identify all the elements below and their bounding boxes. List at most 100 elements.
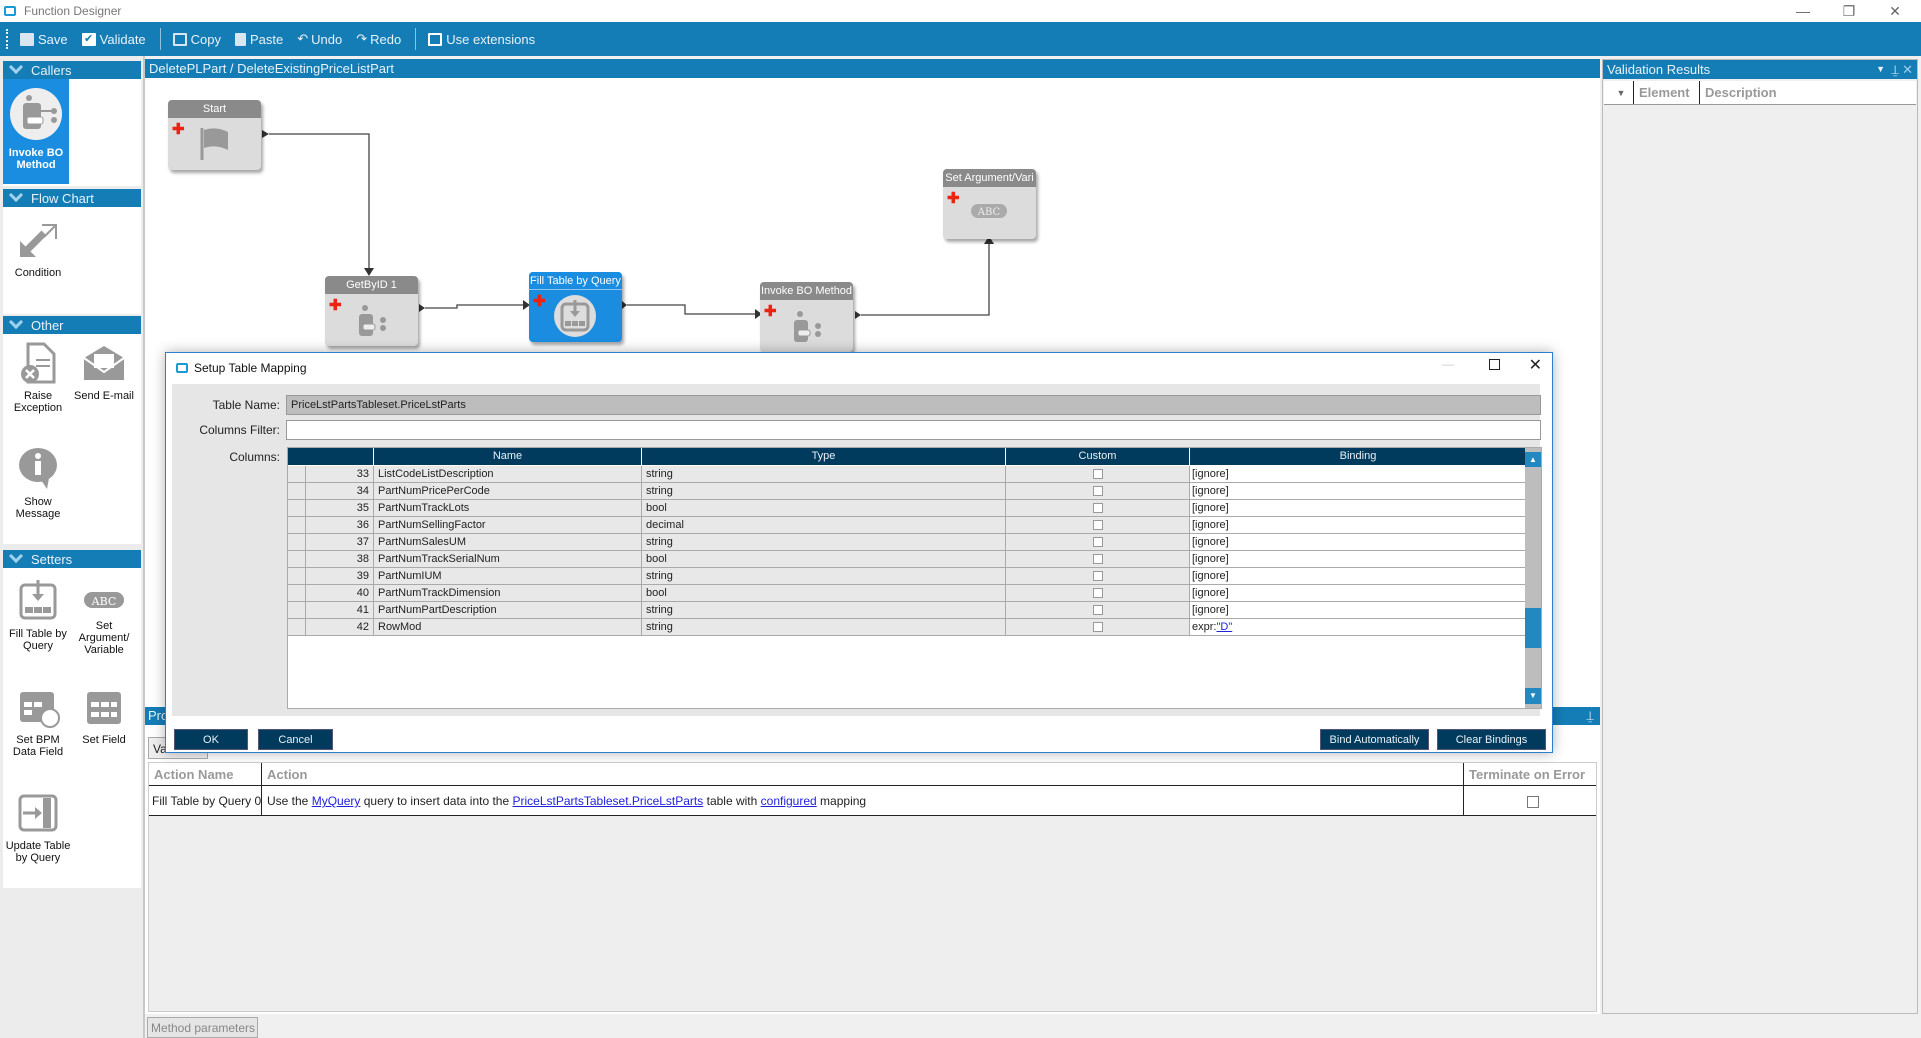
plus-icon[interactable]: ✚	[764, 302, 777, 320]
node-fill-table-by-query[interactable]: Fill Table by Query ✚	[529, 272, 622, 342]
grid-row[interactable]: 33 ListCodeListDescription string [ignore]	[288, 466, 1527, 483]
pin-icon[interactable]: ⍊	[1586, 707, 1594, 725]
undo-button[interactable]: ↶ Undo	[297, 31, 342, 47]
row-selector[interactable]	[288, 517, 306, 534]
table-link[interactable]: PriceLstPartsTableset.PriceLstParts	[513, 794, 704, 808]
node-start[interactable]: Start ✚	[168, 100, 261, 170]
query-link[interactable]: MyQuery	[312, 794, 361, 808]
close-button[interactable]: ✕	[1872, 0, 1918, 22]
plus-icon[interactable]: ✚	[947, 189, 960, 207]
tool-set-field[interactable]: Set Field	[71, 686, 137, 746]
plus-icon[interactable]: ✚	[172, 120, 185, 138]
binding-cell[interactable]: [ignore]	[1190, 551, 1527, 568]
binding-cell[interactable]: [ignore]	[1190, 483, 1527, 500]
grid-row[interactable]: 37 PartNumSalesUM string [ignore]	[288, 534, 1527, 551]
dropdown-icon[interactable]: ▼	[1876, 60, 1885, 79]
custom-checkbox[interactable]	[1092, 486, 1103, 497]
node-set-argument-variable[interactable]: Set Argument/Vari ✚ ABC	[943, 169, 1036, 239]
paste-button[interactable]: Paste	[235, 32, 283, 47]
column-header-element[interactable]: Element	[1634, 81, 1700, 104]
custom-checkbox[interactable]	[1092, 520, 1103, 531]
binding-cell[interactable]: [ignore]	[1190, 585, 1527, 602]
cancel-button[interactable]: Cancel	[258, 729, 333, 750]
column-header-type[interactable]: Type	[642, 448, 1006, 466]
grid-row[interactable]: 35 PartNumTrackLots bool [ignore]	[288, 500, 1527, 517]
column-header-name[interactable]: Name	[374, 448, 642, 466]
save-button[interactable]: Save	[20, 32, 68, 47]
binding-cell[interactable]: expr:"D"	[1190, 619, 1527, 636]
clear-bindings-button[interactable]: Clear Bindings	[1437, 729, 1546, 750]
custom-checkbox[interactable]	[1092, 605, 1103, 616]
row-selector[interactable]	[288, 534, 306, 551]
close-icon[interactable]: ✕	[1902, 60, 1913, 79]
binding-cell[interactable]: [ignore]	[1190, 602, 1527, 619]
copy-button[interactable]: Copy	[172, 32, 221, 47]
tool-invoke-bo-method[interactable]: Invoke BO Method	[3, 79, 69, 184]
scroll-down-button[interactable]: ▼	[1525, 688, 1541, 704]
binding-cell[interactable]: [ignore]	[1190, 534, 1527, 551]
column-header-custom[interactable]: Custom	[1006, 448, 1190, 466]
row-selector[interactable]	[288, 619, 306, 636]
column-header-binding[interactable]: Binding	[1190, 448, 1527, 466]
binding-cell[interactable]: [ignore]	[1190, 500, 1527, 517]
custom-checkbox[interactable]	[1092, 469, 1103, 480]
columns-filter-input[interactable]	[286, 420, 1541, 440]
tool-send-email[interactable]: Send E-mail	[71, 342, 137, 402]
binding-expression-link[interactable]: "D"	[1216, 621, 1232, 633]
tool-set-argument-variable[interactable]: ABC Set Argument/ Variable	[71, 588, 137, 656]
mapping-link[interactable]: configured	[761, 794, 817, 808]
terminate-on-error-checkbox[interactable]	[1526, 795, 1539, 808]
row-selector[interactable]	[288, 483, 306, 500]
tab-method-parameters[interactable]: Method parameters	[147, 1017, 258, 1038]
grid-row[interactable]: 40 PartNumTrackDimension bool [ignore]	[288, 585, 1527, 602]
maximize-button[interactable]	[1489, 359, 1500, 370]
row-selector[interactable]	[288, 500, 306, 517]
binding-cell[interactable]: [ignore]	[1190, 568, 1527, 585]
section-callers-header[interactable]: Callers	[3, 59, 141, 79]
validate-button[interactable]: ✔ Validate	[81, 32, 146, 47]
scroll-up-button[interactable]: ▲	[1525, 452, 1541, 467]
ok-button[interactable]: OK	[174, 729, 248, 750]
grid-row[interactable]: 38 PartNumTrackSerialNum bool [ignore]	[288, 551, 1527, 568]
scrollbar-thumb[interactable]	[1525, 608, 1541, 648]
pin-icon[interactable]: ⍊	[1891, 60, 1899, 79]
redo-button[interactable]: ↷ Redo	[356, 31, 401, 47]
custom-checkbox[interactable]	[1092, 537, 1103, 548]
tool-raise-exception[interactable]: Raise Exception	[5, 342, 71, 414]
node-invoke-bo-method[interactable]: Invoke BO Method ✚	[760, 282, 853, 352]
grid-row[interactable]: 42 RowMod string expr:"D"	[288, 619, 1527, 636]
bind-automatically-button[interactable]: Bind Automatically	[1320, 729, 1429, 750]
custom-checkbox[interactable]	[1092, 554, 1103, 565]
filter-dropdown-icon[interactable]: ▼	[1604, 81, 1634, 104]
use-extensions-button[interactable]: Use extensions	[428, 32, 535, 47]
tool-show-message[interactable]: Show Message	[5, 446, 71, 520]
custom-checkbox[interactable]	[1092, 503, 1103, 514]
tool-condition[interactable]: Condition	[5, 221, 71, 279]
close-button[interactable]: ✕	[1529, 355, 1542, 375]
section-other-header[interactable]: Other	[3, 314, 141, 334]
column-header-action-name[interactable]: Action Name	[149, 763, 262, 785]
vertical-scrollbar[interactable]: ▲ ▼	[1525, 448, 1541, 708]
section-flowchart-header[interactable]: Flow Chart	[3, 187, 141, 207]
binding-cell[interactable]: [ignore]	[1190, 466, 1527, 483]
grid-row[interactable]: 41 PartNumPartDescription string [ignore]	[288, 602, 1527, 619]
section-setters-header[interactable]: Setters	[3, 548, 141, 568]
minimize-button[interactable]: —	[1442, 357, 1454, 371]
table-row[interactable]: Fill Table by Query 0 Use the MyQuery qu…	[149, 786, 1596, 816]
custom-checkbox[interactable]	[1092, 622, 1103, 633]
row-selector[interactable]	[288, 602, 306, 619]
minimize-button[interactable]: —	[1780, 0, 1826, 22]
column-header-description[interactable]: Description	[1700, 81, 1916, 104]
row-selector[interactable]	[288, 551, 306, 568]
plus-icon[interactable]: ✚	[329, 296, 342, 314]
node-getbyid-1[interactable]: GetByID 1 ✚	[325, 276, 418, 346]
column-header-action[interactable]: Action	[262, 763, 1464, 785]
row-selector[interactable]	[288, 568, 306, 585]
row-selector[interactable]	[288, 585, 306, 602]
toolbar-grip[interactable]	[6, 29, 8, 49]
tool-fill-table-by-query[interactable]: Fill Table by Query	[5, 580, 71, 652]
binding-cell[interactable]: [ignore]	[1190, 517, 1527, 534]
restore-button[interactable]: ❐	[1826, 0, 1872, 22]
custom-checkbox[interactable]	[1092, 571, 1103, 582]
custom-checkbox[interactable]	[1092, 588, 1103, 599]
